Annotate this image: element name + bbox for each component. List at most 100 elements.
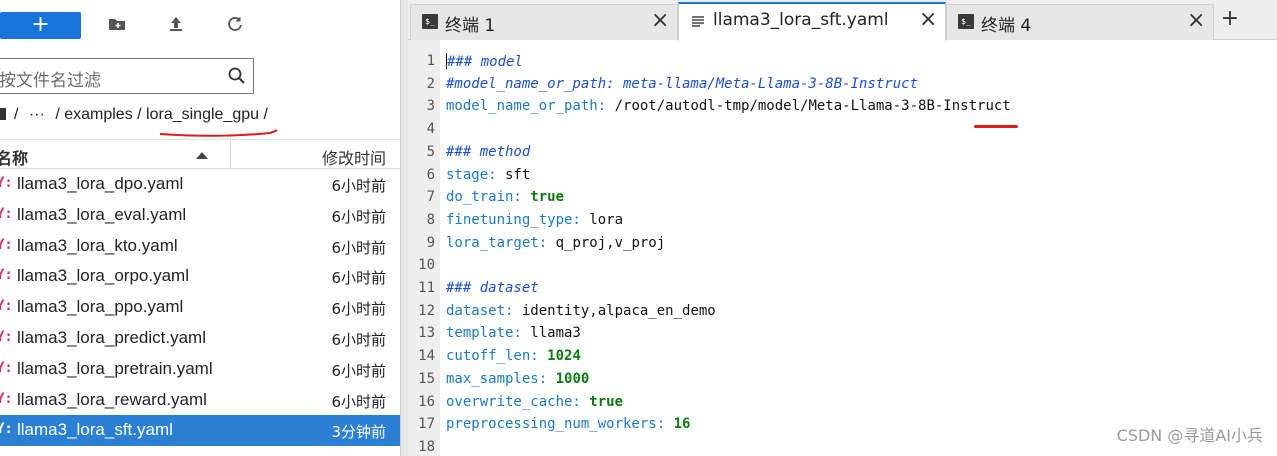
file-name: llama3_lora_sft.yaml [17, 420, 173, 440]
yaml-file-icon: Y: [0, 421, 13, 438]
column-modified-header[interactable]: 修改时间 [322, 145, 386, 169]
code-token-num: 1024 [547, 348, 581, 365]
file-name: llama3_lora_predict.yaml [17, 327, 206, 347]
line-code: template: llama3 [446, 325, 581, 341]
search-icon [227, 66, 247, 86]
breadcrumb-trail: / [263, 106, 268, 123]
file-modified-time: 6小时前 [331, 300, 386, 319]
line-number: 1 [426, 53, 435, 69]
line-number: 6 [426, 166, 435, 183]
line-number: 17 [418, 416, 435, 433]
code-token-key: max_samples: [446, 370, 548, 387]
file-list-item[interactable]: Y: llama3_lora_reward.yaml 6小时前 [0, 385, 400, 416]
line-code: ### method [446, 144, 530, 160]
tab-llama3-lora-sft-yaml[interactable]: llama3_lora_sft.yaml × [678, 2, 946, 41]
code-line: 9 lora_target: q_proj,v_proj [408, 232, 1277, 255]
terminal-icon: $_ [958, 14, 974, 29]
file-list-item[interactable]: Y: llama3_lora_orpo.yaml 6小时前 [0, 261, 400, 292]
file-list-item[interactable]: Y: llama3_lora_dpo.yaml 6小时前 [0, 169, 400, 200]
line-number: 13 [418, 325, 435, 342]
yaml-file-icon: Y: [0, 236, 13, 253]
file-list-header: 名称 修改时间 [0, 139, 400, 169]
code-token-num: 16 [673, 416, 691, 433]
file-list-item[interactable]: Y: llama3_lora_kto.yaml 6小时前 [0, 231, 400, 262]
file-modified-time: 6小时前 [331, 238, 386, 257]
file-name: llama3_lora_orpo.yaml [17, 266, 189, 286]
yaml-file-icon: Y: [0, 298, 13, 315]
add-tab-button[interactable]: + [1216, 6, 1244, 34]
new-folder-icon[interactable] [107, 14, 129, 36]
code-token-key: overwrite_cache: [446, 393, 581, 410]
yaml-file-icon: Y: [0, 175, 13, 191]
code-token-key: finetuning_type: [446, 211, 581, 228]
close-icon[interactable]: × [919, 8, 937, 32]
yaml-file-icon: Y: [0, 390, 13, 407]
line-code: stage: sft [446, 167, 530, 183]
line-code: preprocessing_num_workers: 16 [446, 416, 690, 432]
line-code: model_name_or_path: /root/autodl-tmp/mod… [446, 98, 1011, 114]
code-line: 16 overwrite_cache: true [408, 391, 1277, 414]
watermark: CSDN @寻道AI小兵 [1116, 426, 1263, 445]
code-line: 4 [408, 118, 1277, 141]
yaml-file-icon: Y: [0, 205, 13, 222]
tab-label: llama3_lora_sft.yaml [713, 10, 889, 30]
file-modified-time: 3分钟前 [331, 423, 386, 442]
code-token-comment: ### model [447, 54, 523, 70]
code-token-plain: identity,alpaca_en_demo [513, 302, 716, 319]
file-list-item[interactable]: Y: llama3_lora_predict.yaml 6小时前 [0, 323, 400, 354]
breadcrumb: / ··· / examples / lora_single_gpu / [0, 106, 268, 124]
breadcrumb-current[interactable]: lora_single_gpu [146, 106, 259, 123]
code-line: 14 cutoff_len: 1024 [408, 345, 1277, 368]
close-icon[interactable]: × [1187, 9, 1205, 33]
code-token-key: cutoff_len: [446, 348, 539, 365]
breadcrumb-examples[interactable]: / examples / [55, 106, 141, 123]
file-modified-time: 6小时前 [331, 207, 386, 226]
sort-ascending-icon[interactable] [196, 152, 208, 159]
code-token-plain: q_proj,v_proj [547, 234, 666, 251]
file-name: llama3_lora_kto.yaml [17, 235, 178, 255]
new-launcher-button[interactable]: + [0, 12, 81, 39]
code-token-comment: ### dataset [446, 280, 539, 296]
code-line: 6 stage: sft [408, 164, 1277, 187]
refresh-icon[interactable] [225, 14, 247, 36]
line-number: 4 [426, 121, 435, 138]
line-number: 11 [418, 280, 435, 296]
home-folder-icon[interactable] [0, 108, 6, 120]
line-number: 9 [426, 234, 435, 251]
file-list-item[interactable]: Y: llama3_lora_eval.yaml 6小时前 [0, 200, 400, 231]
line-number: 12 [418, 302, 435, 319]
close-icon[interactable]: × [651, 9, 669, 33]
line-code: overwrite_cache: true [446, 394, 623, 410]
editor-area: $_ 终端 1 × llama3_lora_sft.yaml × $_ 终端 4… [408, 0, 1277, 456]
code-token-comment: #model_name_or_path: meta-llama/Meta-Lla… [446, 75, 919, 92]
panel-splitter[interactable] [400, 0, 408, 456]
file-name: llama3_lora_dpo.yaml [17, 174, 184, 193]
file-list-item[interactable]: Y: llama3_lora_pretrain.yaml 6小时前 [0, 354, 400, 385]
upload-icon[interactable] [166, 14, 188, 36]
tab-terminal-4[interactable]: $_ 终端 4 × [946, 4, 1214, 40]
code-line: 15 max_samples: 1000 [408, 368, 1277, 391]
file-name: llama3_lora_eval.yaml [17, 204, 187, 224]
line-code: ### dataset [446, 280, 539, 296]
file-modified-time: 6小时前 [331, 361, 386, 380]
code-editor[interactable]: 1 ### model 2 #model_name_or_path: meta-lla… [408, 40, 1277, 456]
column-name-header[interactable]: 名称 [0, 145, 28, 169]
code-line: 5 ### method [408, 141, 1277, 164]
file-name: llama3_lora_reward.yaml [17, 389, 207, 409]
file-list-item[interactable]: Y: llama3_lora_ppo.yaml 6小时前 [0, 292, 400, 323]
code-line: 7 do_train: true [408, 186, 1277, 209]
line-number: 2 [426, 75, 435, 92]
file-browser-toolbar: + [0, 10, 400, 40]
line-number: 14 [418, 348, 435, 365]
line-number: 15 [418, 370, 435, 387]
code-token-key: template: [446, 325, 522, 342]
file-filter-input[interactable]: 按文件名过滤 [0, 58, 254, 94]
file-list-item[interactable]: Y: llama3_lora_sft.yaml 3分钟前 [0, 415, 400, 447]
annotation-underline [974, 125, 1018, 128]
line-number: 10 [418, 257, 435, 274]
breadcrumb-ellipsis[interactable]: ··· [29, 106, 45, 123]
code-token-num: 1000 [555, 370, 590, 387]
tab-terminal-1[interactable]: $_ 终端 1 × [410, 4, 678, 40]
